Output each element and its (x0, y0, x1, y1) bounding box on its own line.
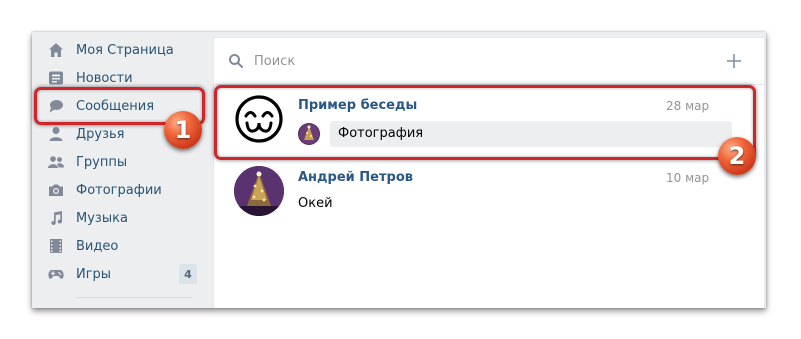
step-marker-1: 1 (164, 111, 202, 149)
sidebar-item-label: Группы (76, 154, 128, 170)
sidebar-item-label: Музыка (76, 210, 128, 226)
groups-icon (48, 154, 64, 170)
sidebar-item-label: Сообщения (76, 98, 155, 114)
conversation-avatar (234, 94, 284, 144)
smiley-face-icon (235, 95, 283, 143)
sidebar-item-games[interactable]: Игры 4 (32, 260, 204, 288)
sidebar-item-groups[interactable]: Группы (32, 148, 204, 176)
sidebar-item-news[interactable]: Новости (32, 64, 204, 92)
home-icon (48, 42, 64, 58)
dialog-date: 28 мар (666, 99, 710, 113)
search-input[interactable] (254, 50, 694, 72)
games-icon (48, 266, 64, 282)
step-marker-2: 2 (718, 137, 756, 175)
video-icon (48, 238, 64, 254)
dialog-date: 10 мар (666, 171, 710, 185)
sidebar-item-label: Видео (76, 238, 119, 254)
dialog-row-contact[interactable]: Андрей Петров 10 мар Окей (214, 158, 764, 224)
sidebar-item-music[interactable]: Музыка (32, 204, 204, 232)
games-count-badge: 4 (179, 264, 197, 284)
sender-avatar (298, 123, 320, 145)
contact-avatar (234, 166, 284, 216)
left-sidebar: Моя Страница Новости Сообщения Друзья Гр… (32, 32, 212, 308)
search-bar (214, 38, 764, 85)
dialog-title: Андрей Петров (298, 170, 413, 185)
dialog-preview: Фотография (338, 126, 424, 141)
sidebar-item-my-page[interactable]: Моя Страница (32, 36, 204, 64)
sidebar-item-label: Моя Страница (76, 42, 174, 58)
sidebar-item-photos[interactable]: Фотографии (32, 176, 204, 204)
sidebar-item-video[interactable]: Видео (32, 232, 204, 260)
photos-icon (48, 182, 64, 198)
dialog-preview: Окей (298, 196, 333, 211)
sidebar-item-label: Фотографии (76, 182, 162, 198)
sidebar-item-label: Игры (76, 266, 112, 282)
sidebar-item-label: Друзья (76, 126, 125, 142)
friends-icon (48, 126, 64, 142)
sidebar-divider (76, 297, 192, 298)
sidebar-item-label: Новости (76, 70, 133, 86)
messages-panel: Пример беседы 28 мар Фотография (214, 38, 764, 308)
dialog-title: Пример беседы (298, 98, 418, 113)
music-icon (48, 210, 64, 226)
message-preview-bubble: Фотография (330, 121, 732, 147)
messages-icon (48, 98, 64, 114)
search-icon (228, 53, 244, 69)
vk-window: Моя Страница Новости Сообщения Друзья Гр… (32, 32, 766, 308)
news-icon (48, 70, 64, 86)
plus-icon[interactable] (726, 53, 742, 69)
